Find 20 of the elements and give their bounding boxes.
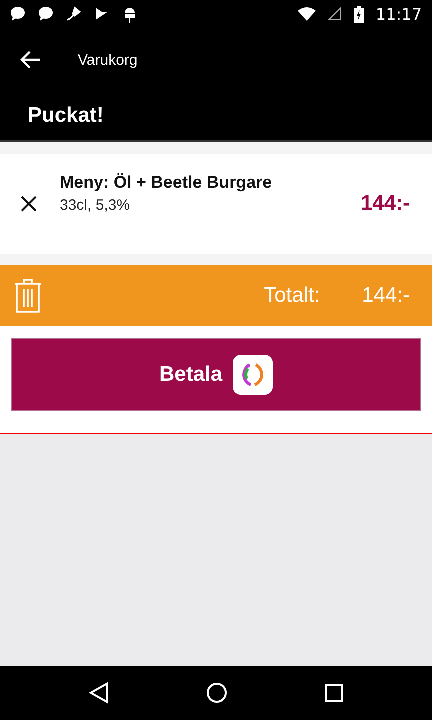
home-nav-icon[interactable] — [206, 682, 228, 704]
remove-icon[interactable] — [20, 195, 38, 213]
item-details: 33cl, 5,3% — [60, 196, 132, 214]
total-label: Totalt: — [264, 284, 320, 308]
message-icon — [10, 6, 26, 22]
back-arrow-icon[interactable] — [20, 49, 42, 71]
toolbar-title: Varukorg — [78, 52, 138, 68]
total-amount: 144:- — [362, 284, 410, 308]
recents-nav-icon[interactable] — [325, 684, 344, 702]
status-time: 11:17 — [376, 4, 422, 24]
back-nav-icon[interactable] — [88, 682, 109, 704]
payment-app-icon — [232, 354, 273, 394]
item-price: 144:- — [360, 192, 410, 216]
signal-icon — [328, 7, 342, 21]
message-icon — [38, 6, 54, 22]
item-name: Meny: Öl + Beetle Burgare — [60, 172, 274, 192]
pay-button[interactable]: Betala — [11, 338, 421, 411]
battery-icon — [354, 6, 364, 22]
restaurant-title: Puckat! — [28, 104, 104, 128]
wifi-icon — [298, 7, 316, 21]
